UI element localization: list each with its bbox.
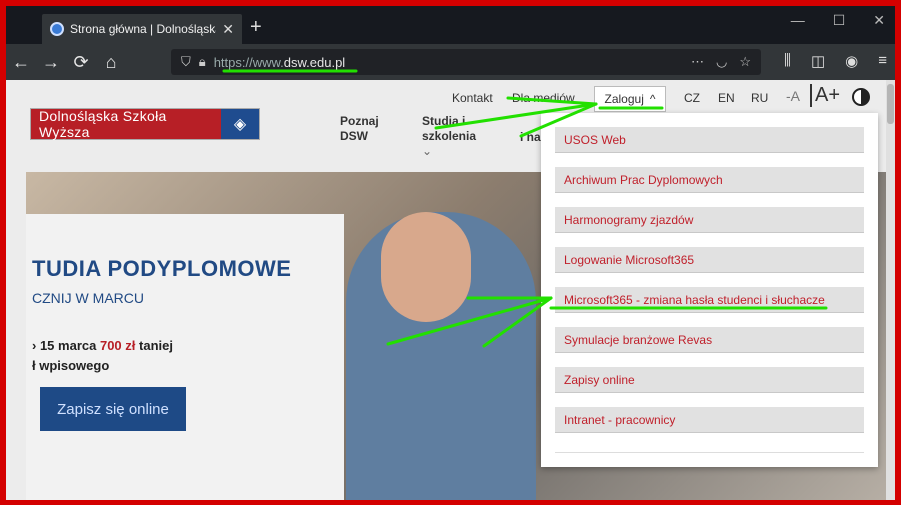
- maximize-button[interactable]: ☐: [833, 12, 846, 29]
- forward-icon[interactable]: →: [36, 52, 66, 73]
- menu-item-usos-web[interactable]: USOS Web: [555, 127, 864, 153]
- menu-item-zapisy-online[interactable]: Zapisy online: [555, 367, 864, 393]
- browser-tab[interactable]: Strona główna | Dolnośląska Szkoła Wyższ…: [42, 14, 242, 44]
- nav-nauka[interactable]: i na: [520, 130, 541, 145]
- pocket-icon[interactable]: ◡: [716, 54, 727, 70]
- nav-poznaj-dsw[interactable]: Poznaj DSW: [340, 114, 390, 144]
- lock-icon[interactable]: 🔒︎: [199, 54, 206, 70]
- menu-item-harmonogramy[interactable]: Harmonogramy zjazdów: [555, 207, 864, 233]
- scrollbar-thumb[interactable]: [887, 84, 894, 124]
- hero-title: TUDIA PODYPLOMOWE: [32, 256, 292, 281]
- site-logo[interactable]: Dolnośląska Szkoła Wyższa ◈: [30, 108, 260, 140]
- nav-studia-label: Studia i szkolenia: [422, 114, 477, 143]
- hero-subtitle: CZNIJ W MARCU: [32, 290, 144, 306]
- menu-item-logowanie-m365[interactable]: Logowanie Microsoft365: [555, 247, 864, 273]
- close-window-button[interactable]: ✕: [873, 12, 885, 29]
- address-bar[interactable]: ⛉ 🔒︎ https://www.dsw.edu.pl ⋯ ◡ ☆: [171, 49, 761, 75]
- menu-item-m365-zmiana-hasla[interactable]: Microsoft365 - zmiana hasła studenci i s…: [555, 287, 864, 313]
- hero-person-head: [381, 212, 471, 322]
- menu-icon[interactable]: ≡: [878, 52, 887, 70]
- chevron-up-icon: ^: [649, 92, 656, 106]
- web-page: TUDIA PODYPLOMOWE CZNIJ W MARCU › 15 mar…: [6, 80, 895, 500]
- chevron-down-icon: ⌄: [422, 144, 433, 158]
- account-icon[interactable]: ◉: [845, 52, 858, 70]
- contrast-toggle-icon[interactable]: [852, 88, 870, 106]
- reload-icon[interactable]: ⟳: [66, 52, 96, 73]
- logo-text: Dolnośląska Szkoła Wyższa: [31, 108, 221, 140]
- home-icon[interactable]: ⌂: [96, 52, 126, 73]
- lang-cz-link[interactable]: CZ: [684, 91, 700, 105]
- tab-title: Strona główna | Dolnośląska Szkoła Wyższ…: [70, 22, 217, 36]
- login-label: Zaloguj: [604, 92, 644, 106]
- nav-studia-szkolenia[interactable]: Studia i szkolenia ⌄: [422, 114, 492, 159]
- shield-icon[interactable]: ⛉: [181, 54, 191, 70]
- logo-emblem-icon: ◈: [221, 109, 259, 139]
- font-smaller-button[interactable]: -A: [786, 88, 800, 104]
- font-larger-button[interactable]: A+: [810, 84, 840, 107]
- library-icon[interactable]: ⫼: [784, 52, 791, 70]
- back-icon[interactable]: ←: [6, 52, 36, 73]
- close-tab-icon[interactable]: ✕: [222, 21, 234, 38]
- navigation-bar: ← → ⟳ ⌂ ⛉ 🔒︎ https://www.dsw.edu.pl ⋯ ◡ …: [6, 44, 895, 80]
- menu-item-intranet[interactable]: Intranet - pracownicy: [555, 407, 864, 433]
- signup-online-button[interactable]: Zapisz się online: [40, 387, 186, 431]
- new-tab-button[interactable]: +: [250, 16, 262, 39]
- site-favicon-icon: [50, 22, 64, 36]
- minimize-button[interactable]: —: [791, 12, 805, 29]
- lang-en-link[interactable]: EN: [718, 91, 735, 105]
- page-actions-icon[interactable]: ⋯: [691, 54, 704, 70]
- toolbar-right: ⫼ ◫ ◉ ≡: [784, 52, 887, 70]
- url-text[interactable]: https://www.dsw.edu.pl: [214, 55, 346, 70]
- menu-item-archiwum[interactable]: Archiwum Prac Dyplomowych: [555, 167, 864, 193]
- browser-window: Strona główna | Dolnośląska Szkoła Wyższ…: [6, 6, 895, 500]
- title-bar: Strona główna | Dolnośląska Szkoła Wyższ…: [6, 6, 895, 44]
- lang-ru-link[interactable]: RU: [751, 91, 768, 105]
- menu-divider: [555, 452, 864, 453]
- sidebar-icon[interactable]: ◫: [811, 52, 825, 70]
- contact-link[interactable]: Kontakt: [452, 91, 493, 105]
- menu-item-revas[interactable]: Symulacje branżowe Revas: [555, 327, 864, 353]
- login-dropdown-button[interactable]: Zaloguj ^: [594, 86, 666, 112]
- media-link[interactable]: Dla mediów: [512, 91, 575, 105]
- bookmark-star-icon[interactable]: ☆: [739, 54, 751, 70]
- login-dropdown-menu: USOS Web Archiwum Prac Dyplomowych Harmo…: [541, 113, 878, 467]
- hero-promo: › 15 marca 700 zł taniej ł wpisowego: [32, 338, 173, 373]
- page-scrollbar[interactable]: [886, 80, 895, 500]
- window-controls: — ☐ ✕: [791, 12, 895, 29]
